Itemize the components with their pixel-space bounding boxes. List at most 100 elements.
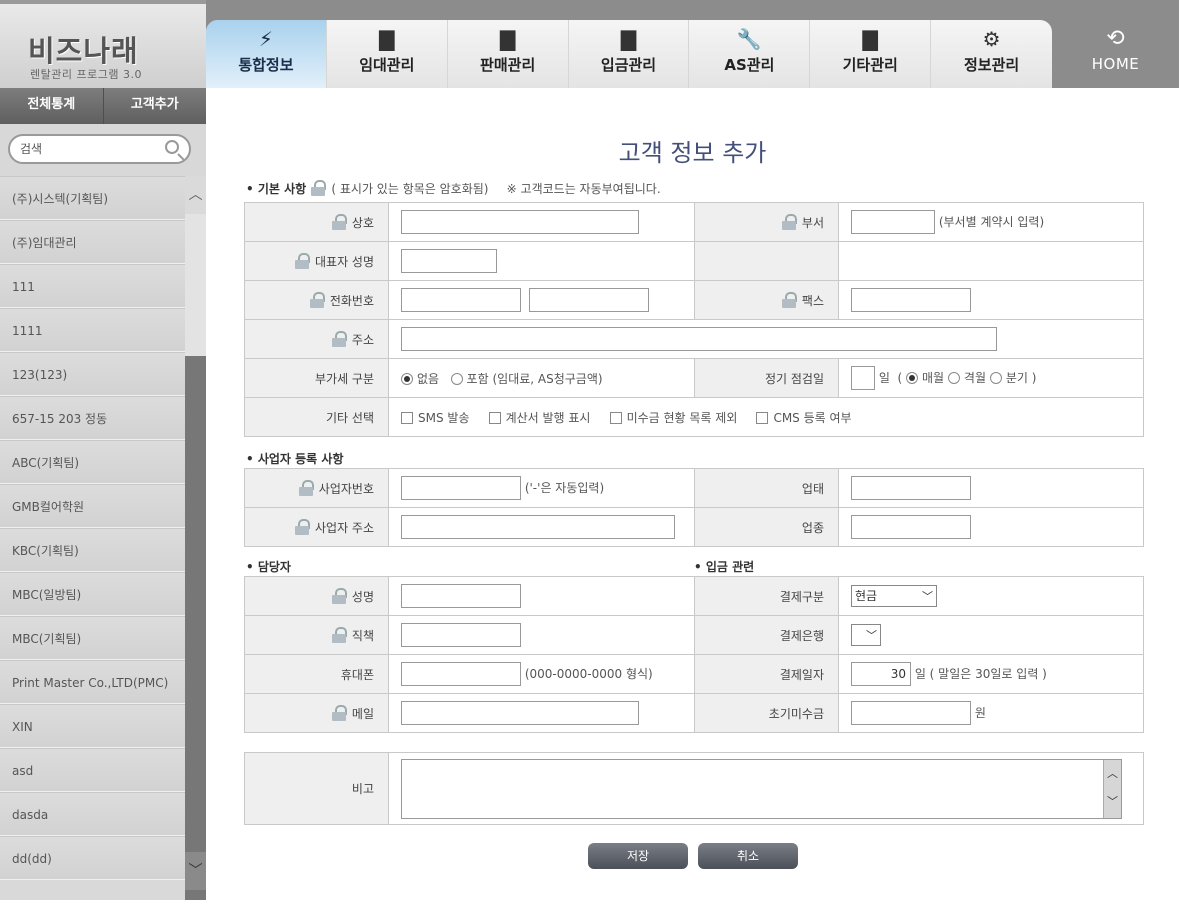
business-number-input[interactable] xyxy=(401,476,521,500)
list-item[interactable]: asd xyxy=(0,748,185,792)
search-box xyxy=(8,134,191,164)
fax-cell xyxy=(838,280,1144,320)
logo-title: 비즈나래 xyxy=(28,34,139,68)
monthly-radio[interactable] xyxy=(906,372,918,384)
mobile-input[interactable] xyxy=(401,662,521,686)
tab-deposit[interactable]: ▇ 입금관리 xyxy=(569,20,690,88)
company-input[interactable] xyxy=(401,210,639,234)
bank-label: 결제은행 xyxy=(779,628,824,643)
payment-date-hint: 일 ( 말일은 30일로 입력 ) xyxy=(914,667,1047,681)
biz-item-cell xyxy=(838,507,1144,547)
dept-input[interactable] xyxy=(851,210,935,234)
lock-icon xyxy=(781,213,797,230)
list-item[interactable]: dd(dd) xyxy=(0,836,185,880)
business-type-input[interactable] xyxy=(851,476,971,500)
scroll-down-icon[interactable]: ﹀ xyxy=(185,852,206,890)
tab-label: 정보관리 xyxy=(963,56,1020,74)
biz-type-label: 업태 xyxy=(801,481,824,496)
list-item[interactable]: 657-15 203 정동 xyxy=(0,396,185,440)
tab-other[interactable]: ▇ 기타관리 xyxy=(810,20,932,88)
add-customer-button[interactable]: 고객추가 xyxy=(104,88,207,124)
manager-name-input[interactable] xyxy=(401,584,521,608)
tab-label: 판매관리 xyxy=(480,56,536,74)
regno-hint: ('-'은 자동입력) xyxy=(524,481,605,495)
mobile-hint: (000-0000-0000 형식) xyxy=(524,667,653,681)
app-logo: 비즈나래 렌탈관리 프로그램 3.0 xyxy=(0,0,206,88)
vat-included-label: 포함 xyxy=(466,371,489,386)
scrollbar-thumb[interactable] xyxy=(185,214,206,356)
exclude-unpaid-checkbox[interactable] xyxy=(609,411,622,424)
initial-unpaid-input[interactable] xyxy=(851,701,971,725)
list-item[interactable]: 123(123) xyxy=(0,352,185,396)
phone-input-2[interactable] xyxy=(528,288,649,312)
payment-date-input[interactable] xyxy=(851,662,911,686)
payment-method-value: 현금 xyxy=(855,589,878,603)
list-item[interactable]: 1111 xyxy=(0,308,185,352)
fax-input[interactable] xyxy=(851,288,971,312)
bimonthly-radio[interactable] xyxy=(947,372,960,384)
biz-address-cell xyxy=(388,507,695,547)
main-tabs: ⚡ 통합정보 ▇ 임대관리 ▇ 판매관리 ▇ 입금관리 🔧 AS관리 ▇ 기타관… xyxy=(206,20,1052,88)
home-button[interactable]: ⟲ HOME xyxy=(1052,20,1179,88)
inspection-label: 정기 점검일 xyxy=(764,371,824,386)
manager-section-heading: • 담당자 xyxy=(246,560,291,574)
memo-scrollbar[interactable]: ︿ ﹀ xyxy=(1103,759,1121,818)
chevron-down-icon: ﹀ xyxy=(922,590,933,603)
exclude-unpaid-label: 미수금 현황 목록 제외 xyxy=(626,410,738,425)
logo-subtitle: 렌탈관리 프로그램 3.0 xyxy=(30,68,142,81)
list-item[interactable]: ABC(기획팀) xyxy=(0,440,185,484)
tab-rental[interactable]: ▇ 임대관리 xyxy=(327,20,448,88)
payment-method-select[interactable]: 현금 ﹀ xyxy=(851,585,937,607)
search-input[interactable] xyxy=(20,141,160,155)
list-item[interactable]: MBC(일방팀) xyxy=(0,572,185,616)
list-item[interactable]: XIN xyxy=(0,704,185,748)
tab-integrated-info[interactable]: ⚡ 통합정보 xyxy=(206,20,327,88)
invoice-checkbox[interactable] xyxy=(488,411,501,424)
sms-label: SMS 발송 xyxy=(418,410,470,425)
list-item[interactable]: Print Master Co.,LTD(PMC) xyxy=(0,660,185,704)
auto-code-note: ※ 고객코드는 자동부여됩니다. xyxy=(506,182,661,196)
search-icon[interactable] xyxy=(165,140,179,154)
list-item[interactable]: (주)시스텍(기획팀) xyxy=(0,176,185,220)
tab-sales[interactable]: ▇ 판매관리 xyxy=(448,20,569,88)
tab-as[interactable]: 🔧 AS관리 xyxy=(689,20,811,88)
lightning-icon: ⚡ xyxy=(258,27,273,51)
memo-textarea[interactable]: ︿ ﹀ xyxy=(401,758,1122,819)
vat-included-radio[interactable] xyxy=(450,372,463,385)
inspection-day-input[interactable] xyxy=(851,366,875,390)
vat-none-radio[interactable] xyxy=(401,372,413,385)
list-item[interactable]: (주)임대관리 xyxy=(0,220,185,264)
address-input[interactable] xyxy=(401,327,997,351)
email-input[interactable] xyxy=(401,701,639,725)
lock-icon xyxy=(331,704,347,721)
ceo-name-input[interactable] xyxy=(401,249,497,273)
list-item[interactable]: 111 xyxy=(0,264,185,308)
position-input[interactable] xyxy=(401,623,521,647)
list-item[interactable]: KBC(기획팀) xyxy=(0,528,185,572)
cms-checkbox[interactable] xyxy=(756,411,769,424)
list-item[interactable]: dasda xyxy=(0,792,185,836)
lock-icon xyxy=(294,252,310,269)
save-button[interactable]: 저장 xyxy=(588,843,688,869)
biz-type-cell xyxy=(838,468,1144,508)
business-address-input[interactable] xyxy=(401,515,675,539)
tab-info-settings[interactable]: ⚙ 정보관리 xyxy=(931,20,1052,88)
total-stats-button[interactable]: 전체통계 xyxy=(0,88,104,124)
bank-select[interactable]: ﹀ xyxy=(851,624,881,646)
list-item[interactable]: GMB컬어학원 xyxy=(0,484,185,528)
biz-section-heading: • 사업자 등록 사항 xyxy=(246,452,344,466)
phone-cell xyxy=(388,280,695,320)
cancel-button[interactable]: 취소 xyxy=(698,843,798,869)
scroll-up-icon[interactable]: ︿ xyxy=(185,176,206,214)
customer-list-scrollbar[interactable]: ︿ ﹀ xyxy=(185,176,206,900)
sms-checkbox[interactable] xyxy=(401,411,413,424)
fax-label-cell: 팩스 xyxy=(694,280,839,320)
quarterly-radio[interactable] xyxy=(989,372,1002,384)
list-item[interactable]: MBC(기획팀) xyxy=(0,616,185,660)
home-label: HOME xyxy=(1091,55,1140,73)
business-item-input[interactable] xyxy=(851,515,971,539)
inspection-label-cell: 정기 점검일 xyxy=(694,358,839,398)
phone-input-1[interactable] xyxy=(401,288,521,312)
top-navigation: ⚡ 통합정보 ▇ 임대관리 ▇ 판매관리 ▇ 입금관리 🔧 AS관리 ▇ 기타관… xyxy=(206,0,1179,88)
memo-table: 비고 ︿ ﹀ xyxy=(244,752,1144,825)
